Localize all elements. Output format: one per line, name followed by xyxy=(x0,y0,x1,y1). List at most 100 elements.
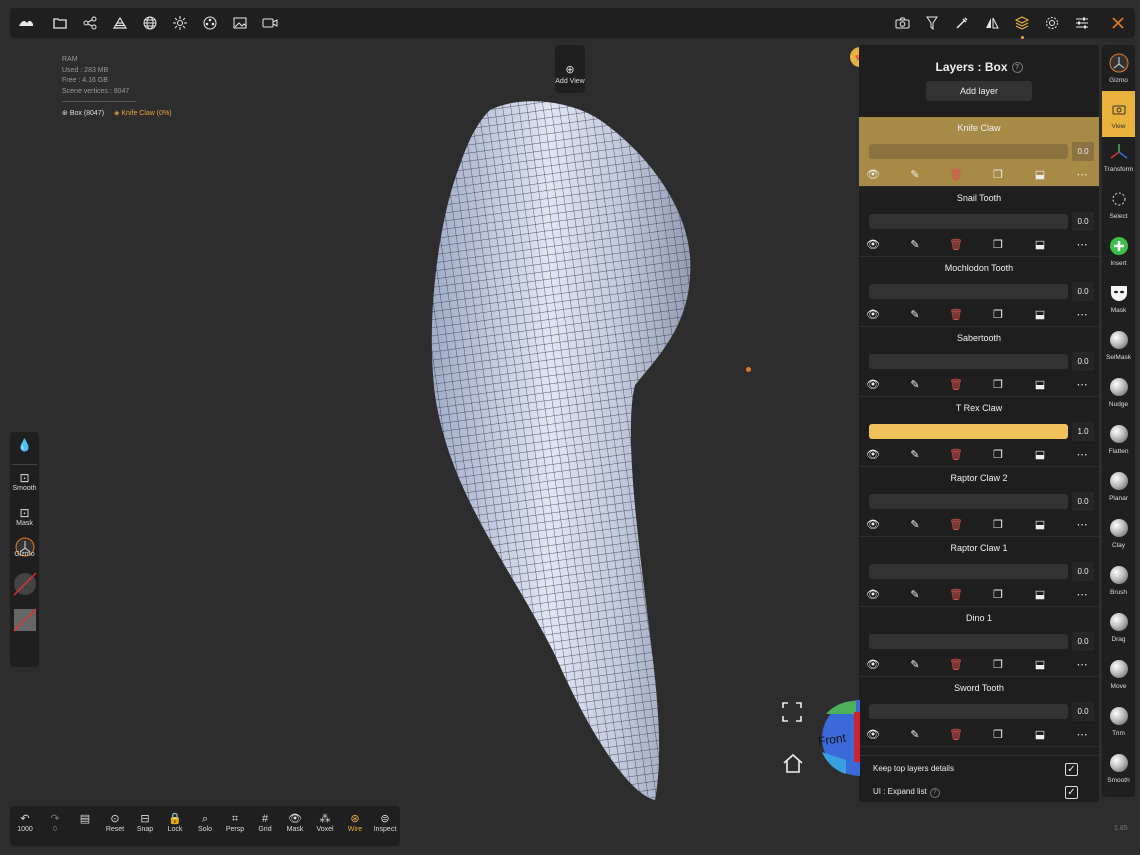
duplicate-icon[interactable]: ❐ xyxy=(990,238,1006,252)
tool-insert[interactable]: Insert xyxy=(1102,232,1135,272)
inspect-button[interactable]: ⊜ Inspect xyxy=(370,812,400,833)
layers-icon[interactable] xyxy=(1012,13,1032,39)
layer-intensity-slider[interactable] xyxy=(869,564,1068,579)
tool-transform[interactable]: Transform xyxy=(1102,138,1135,178)
color-swatch-2[interactable] xyxy=(10,608,39,634)
pivot-point[interactable] xyxy=(746,367,751,372)
eye-icon[interactable]: 👁 xyxy=(865,658,881,672)
more-icon[interactable]: ⋯ xyxy=(1074,168,1090,182)
persp-button[interactable]: ⌗ Persp xyxy=(220,812,250,833)
tool-clay[interactable]: Clay xyxy=(1102,514,1135,554)
camera-icon[interactable] xyxy=(892,13,912,33)
image-icon[interactable] xyxy=(230,13,250,33)
merge-icon[interactable]: ⬓ xyxy=(1032,168,1048,182)
drop-tool[interactable]: 💧 xyxy=(10,438,39,466)
duplicate-icon[interactable]: ❐ xyxy=(990,308,1006,322)
left-smooth-button[interactable]: ⊡ Smooth xyxy=(10,471,39,492)
tool-view[interactable]: View xyxy=(1102,91,1135,137)
layer-intensity-value[interactable]: 0.0 xyxy=(1072,632,1094,651)
tool-move[interactable]: Move xyxy=(1102,655,1135,695)
layer-intensity-slider[interactable] xyxy=(869,354,1068,369)
eye-icon[interactable]: 👁 xyxy=(865,308,881,322)
duplicate-icon[interactable]: ❐ xyxy=(990,658,1006,672)
navigation-cube[interactable]: Front xyxy=(816,700,860,776)
pencil-icon[interactable]: ✎ xyxy=(907,518,923,532)
layer-intensity-value[interactable]: 0.0 xyxy=(1072,142,1094,161)
eye-icon[interactable]: 👁 xyxy=(865,728,881,742)
duplicate-icon[interactable]: ❐ xyxy=(990,518,1006,532)
settings-icon[interactable] xyxy=(1042,13,1062,33)
merge-icon[interactable]: ⬓ xyxy=(1032,728,1048,742)
layer-intensity-slider[interactable] xyxy=(869,284,1068,299)
eye-icon[interactable]: 👁 xyxy=(865,518,881,532)
tools-icon[interactable] xyxy=(1108,13,1128,33)
1000-button[interactable]: ↶ 1000 xyxy=(10,812,40,833)
layer-row[interactable]: Snail Tooth 0.0 👁 ✎ 🗑 ❐ ⬓ ⋯ xyxy=(859,187,1099,257)
merge-icon[interactable]: ⬓ xyxy=(1032,658,1048,672)
material-icon[interactable] xyxy=(200,13,220,33)
layer-intensity-slider[interactable] xyxy=(869,494,1068,509)
tool-brush[interactable]: Brush xyxy=(1102,561,1135,601)
more-icon[interactable]: ⋯ xyxy=(1074,378,1090,392)
eye-icon[interactable]: 👁 xyxy=(865,448,881,462)
trash-icon[interactable]: 🗑 xyxy=(948,238,964,252)
eye-icon[interactable]: 👁 xyxy=(865,168,881,182)
pencil-icon[interactable]: ✎ xyxy=(907,238,923,252)
video-icon[interactable] xyxy=(260,13,280,33)
pencil-icon[interactable]: ✎ xyxy=(907,168,923,182)
layer-row[interactable]: T Rex Claw 1.0 👁 ✎ 🗑 ❐ ⬓ ⋯ xyxy=(859,397,1099,467)
expand-list-checkbox[interactable]: ✓ xyxy=(1065,786,1078,799)
help-icon[interactable]: ? xyxy=(1011,62,1023,74)
layer-intensity-value[interactable]: 0.0 xyxy=(1072,562,1094,581)
lock-button[interactable]: 🔒 Lock xyxy=(160,812,190,833)
tool-selmask[interactable]: SelMask xyxy=(1102,326,1135,366)
more-icon[interactable]: ⋯ xyxy=(1074,448,1090,462)
tool-flatten[interactable]: Flatten xyxy=(1102,420,1135,460)
layer-intensity-value[interactable]: 0.0 xyxy=(1072,492,1094,511)
duplicate-icon[interactable]: ❐ xyxy=(990,378,1006,392)
tool-mask[interactable]: Mask xyxy=(1102,279,1135,319)
tool-smooth[interactable]: Smooth xyxy=(1102,749,1135,789)
layer-row[interactable]: Dino 1 0.0 👁 ✎ 🗑 ❐ ⬓ ⋯ xyxy=(859,607,1099,677)
object-tag[interactable]: ⊛ Box (8047) xyxy=(62,109,104,117)
layer-row[interactable]: Raptor Claw 2 0.0 👁 ✎ 🗑 ❐ ⬓ ⋯ xyxy=(859,467,1099,537)
symmetry-icon[interactable] xyxy=(982,13,1002,33)
left-mask-button[interactable]: ⊡ Mask xyxy=(10,506,39,527)
merge-icon[interactable]: ⬓ xyxy=(1032,378,1048,392)
eye-icon[interactable]: 👁 xyxy=(865,238,881,252)
trash-icon[interactable]: 🗑 xyxy=(948,308,964,322)
more-icon[interactable]: ⋯ xyxy=(1074,238,1090,252)
trash-icon[interactable]: 🗑 xyxy=(948,448,964,462)
tool-trim[interactable]: Trim xyxy=(1102,702,1135,742)
layer-intensity-value[interactable]: 0.0 xyxy=(1072,212,1094,231)
more-icon[interactable]: ⋯ xyxy=(1074,308,1090,322)
layer-intensity-value[interactable]: 0.0 xyxy=(1072,352,1094,371)
duplicate-icon[interactable]: ❐ xyxy=(990,168,1006,182)
tool-nudge[interactable]: Nudge xyxy=(1102,373,1135,413)
duplicate-icon[interactable]: ❐ xyxy=(990,588,1006,602)
active-layer-tag[interactable]: ◈ Knife Claw (0%) xyxy=(114,109,172,117)
keep-top-checkbox[interactable]: ✓ xyxy=(1065,763,1078,776)
more-icon[interactable]: ⋯ xyxy=(1074,728,1090,742)
pencil-icon[interactable]: ✎ xyxy=(907,588,923,602)
reset-button[interactable]: ⊙ Reset xyxy=(100,812,130,833)
more-icon[interactable]: ⋯ xyxy=(1074,518,1090,532)
grid-button[interactable]: # Grid xyxy=(250,812,280,833)
logo-icon[interactable] xyxy=(16,13,36,33)
voxel-button[interactable]: ⁂ Voxel xyxy=(310,812,340,833)
layer-intensity-value[interactable]: 1.0 xyxy=(1072,422,1094,441)
mask-button[interactable]: 👁 Mask xyxy=(280,812,310,833)
layer-row[interactable]: Sword Tooth 0.0 👁 ✎ 🗑 ❐ ⬓ ⋯ xyxy=(859,677,1099,747)
trash-icon[interactable]: 🗑 xyxy=(948,518,964,532)
merge-icon[interactable]: ⬓ xyxy=(1032,238,1048,252)
left-gizmo-button[interactable]: Gizmo xyxy=(10,537,39,558)
trash-icon[interactable]: 🗑 xyxy=(948,588,964,602)
layer-intensity-slider[interactable] xyxy=(869,214,1068,229)
sliders-icon[interactable] xyxy=(1072,13,1092,33)
duplicate-icon[interactable]: ❐ xyxy=(990,448,1006,462)
layer-intensity-slider[interactable] xyxy=(869,634,1068,649)
scene-icon[interactable] xyxy=(110,13,130,33)
solo-button[interactable]: ⌕ Solo xyxy=(190,812,220,833)
layer-intensity-value[interactable]: 0.0 xyxy=(1072,282,1094,301)
merge-icon[interactable]: ⬓ xyxy=(1032,448,1048,462)
